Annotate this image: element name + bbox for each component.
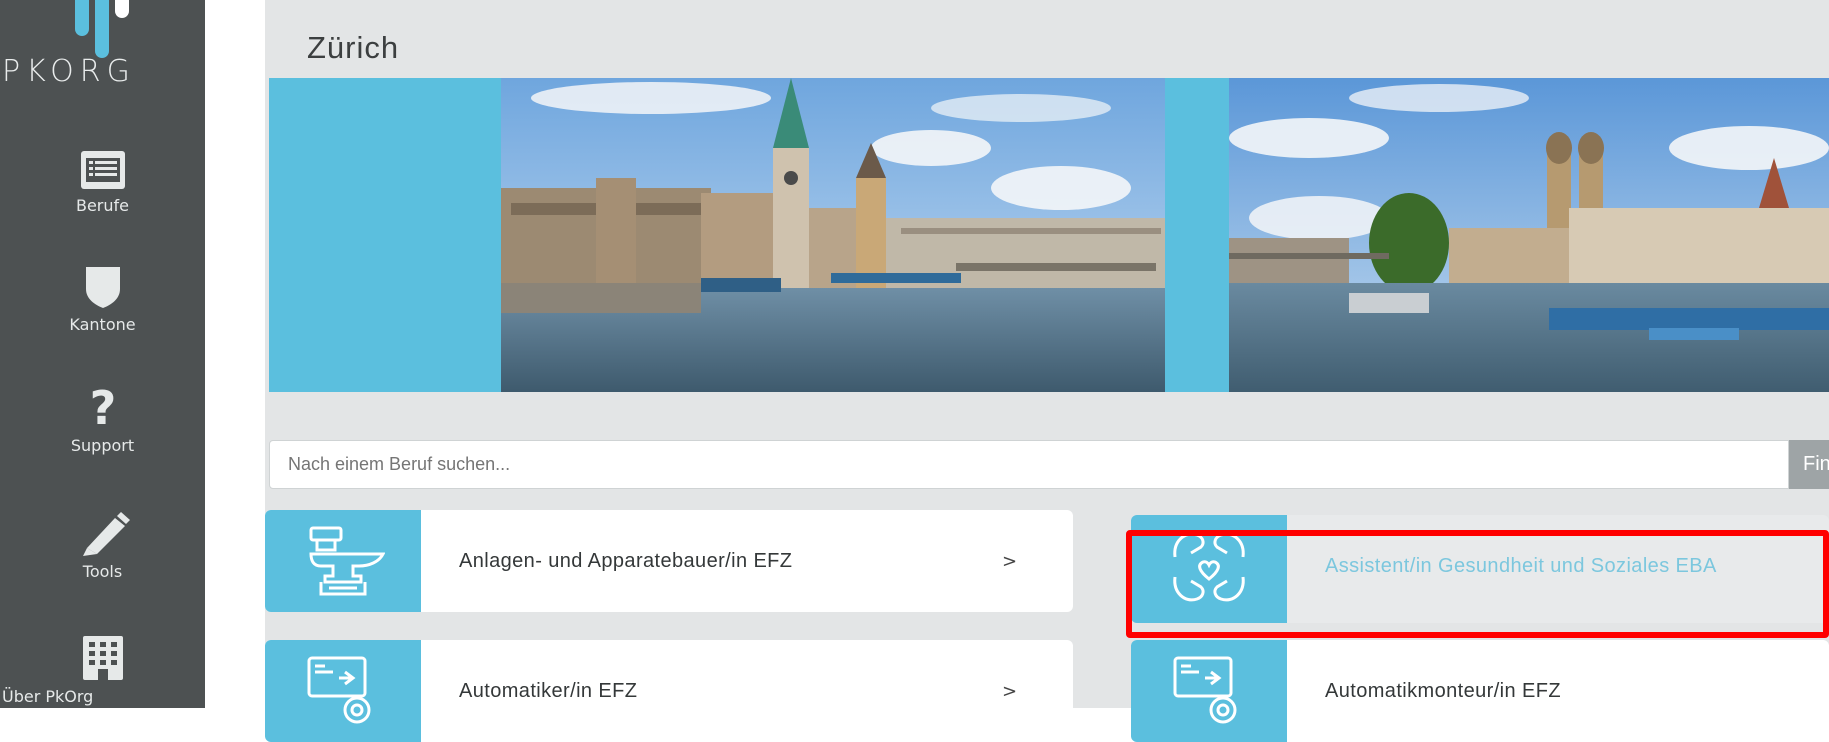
hero-photo-right xyxy=(1229,78,1829,392)
job-card-anlagen-apparatebauer[interactable]: Anlagen- und Apparatebauer/in EFZ > xyxy=(265,510,1073,612)
gutter xyxy=(205,0,265,708)
building-icon xyxy=(82,636,123,680)
sidebar-item-support[interactable]: ? Support xyxy=(0,386,205,455)
chevron-right-icon: > xyxy=(1002,680,1018,702)
shield-icon xyxy=(85,267,120,308)
sidebar-item-tools[interactable]: Tools xyxy=(0,510,205,581)
search-input[interactable] xyxy=(269,440,1789,489)
card-label: Automatikmonteur/in EFZ xyxy=(1325,679,1561,702)
list-icon xyxy=(80,151,125,189)
card-label: Anlagen- und Apparatebauer/in EFZ xyxy=(459,549,793,572)
card-icon-box xyxy=(265,640,421,742)
sidebar-item-ueber-pkorg[interactable]: Über PkOrg xyxy=(0,635,205,706)
logo-text: PKORG xyxy=(2,54,136,89)
search-button[interactable]: Finden xyxy=(1789,440,1829,489)
sidebar: PKORG Berufe Kantone ? Support Tools Übe… xyxy=(0,0,205,708)
automation-monitor-gear-icon xyxy=(1173,656,1237,724)
hero-banner xyxy=(269,78,1829,392)
card-label: Automatiker/in EFZ xyxy=(459,679,638,702)
pencil-icon xyxy=(82,512,130,556)
svg-text:?: ? xyxy=(89,386,116,430)
sidebar-item-kantone[interactable]: Kantone xyxy=(0,265,205,334)
chevron-right-icon: > xyxy=(1002,550,1018,572)
highlight-frame xyxy=(1126,530,1829,638)
card-icon-box xyxy=(265,510,421,612)
sidebar-item-label: Tools xyxy=(82,562,123,581)
anvil-icon xyxy=(309,526,385,596)
job-card-automatiker[interactable]: Automatiker/in EFZ > xyxy=(265,640,1073,742)
job-card-automatikmonteur[interactable]: Automatikmonteur/in EFZ xyxy=(1131,640,1829,742)
sidebar-item-label: Kantone xyxy=(69,315,136,334)
logo-icon xyxy=(75,0,135,62)
sidebar-item-label: Berufe xyxy=(75,196,129,215)
sidebar-item-label: Support xyxy=(70,436,135,455)
automation-monitor-gear-icon xyxy=(307,656,371,724)
page-title: Zürich xyxy=(307,30,400,65)
card-icon-box xyxy=(1131,640,1287,742)
sidebar-item-berufe[interactable]: Berufe xyxy=(0,150,205,215)
hero-photo-left xyxy=(501,78,1165,392)
sidebar-item-label: Über PkOrg xyxy=(2,687,94,706)
question-icon: ? xyxy=(89,386,116,430)
